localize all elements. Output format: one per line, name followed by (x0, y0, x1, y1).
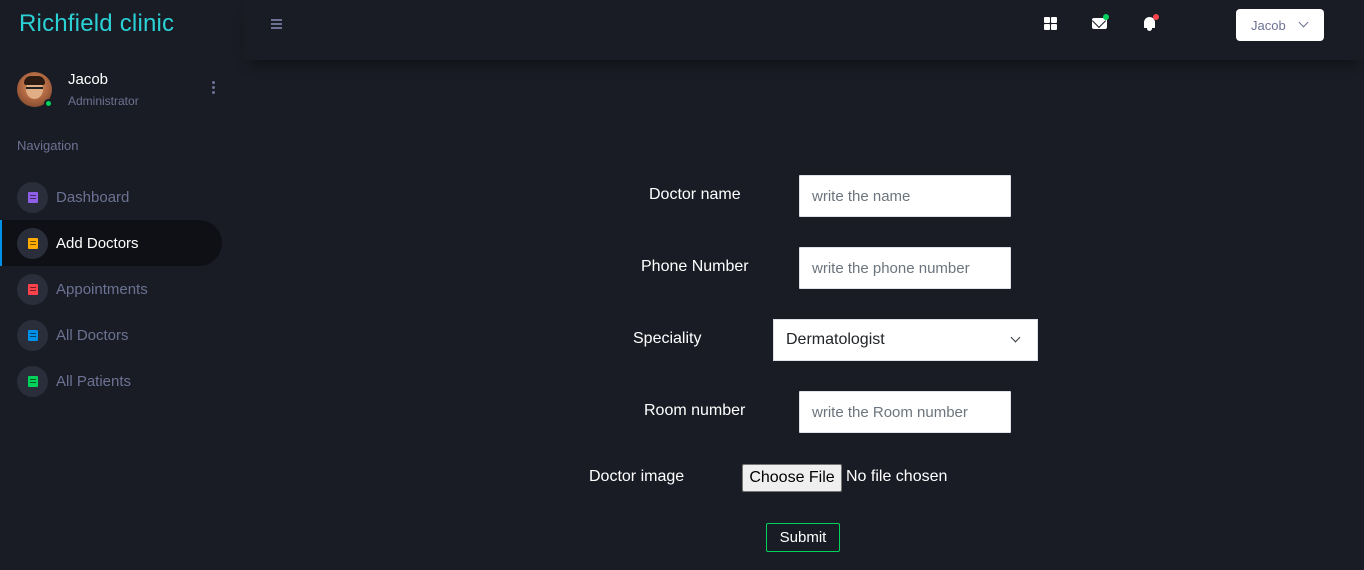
avatar[interactable] (17, 72, 53, 108)
user-dropdown-label: Jacob (1251, 17, 1286, 33)
profile-role: Administrator (68, 94, 139, 108)
nav-section-title: Navigation (17, 138, 79, 153)
sidebar-item-add-doctors[interactable]: Add Doctors (0, 220, 222, 266)
sidebar-item-label: All Doctors (56, 326, 129, 344)
phone-number-input[interactable] (799, 247, 1011, 289)
sidebar-item-label: All Patients (56, 372, 132, 390)
sidebar-item-all-patients[interactable]: All Patients (0, 358, 244, 404)
mail-notification-dot (1103, 14, 1109, 20)
speciality-select[interactable]: Dermatologist (773, 319, 1038, 361)
profile-card: Jacob Administrator (17, 70, 227, 110)
online-status-indicator (44, 99, 53, 108)
sidebar-item-appointments[interactable]: Appointments (0, 266, 244, 312)
document-icon (17, 273, 48, 305)
file-status-text: No file chosen (846, 468, 948, 485)
grid-icon[interactable] (1044, 17, 1057, 30)
sidebar-item-label: Dashboard (56, 188, 130, 206)
sidebar-nav: Dashboard Add Doctors Appointments All D… (0, 174, 244, 404)
bell-notification-dot (1153, 14, 1159, 20)
chevron-down-icon (1010, 332, 1021, 343)
sidebar-item-dashboard[interactable]: Dashboard (0, 174, 244, 220)
document-icon (17, 227, 48, 259)
profile-name: Jacob (68, 71, 109, 88)
document-icon (17, 181, 48, 213)
sidebar-item-label: Add Doctors (56, 234, 139, 252)
submit-button[interactable]: Submit (766, 523, 840, 552)
speciality-label: Speciality (633, 330, 702, 347)
user-dropdown[interactable]: Jacob (1236, 9, 1324, 41)
document-icon (17, 319, 48, 351)
chevron-down-icon (1298, 17, 1309, 28)
sidebar-item-label: Appointments (56, 280, 148, 298)
brand-logo[interactable]: Richfield clinic (19, 10, 174, 38)
choose-file-button[interactable]: Choose File (742, 464, 842, 492)
phone-number-label: Phone Number (641, 258, 749, 275)
room-number-input[interactable] (799, 391, 1011, 433)
menu-toggle-icon[interactable] (271, 19, 282, 29)
room-number-label: Room number (644, 402, 746, 419)
doctor-name-input[interactable] (799, 175, 1011, 217)
doctor-image-label: Doctor image (589, 468, 685, 485)
more-options-icon[interactable] (208, 81, 218, 97)
document-icon (17, 365, 48, 397)
doctor-name-label: Doctor name (649, 186, 741, 203)
sidebar: Richfield clinic Jacob Administrator Nav… (0, 0, 244, 570)
top-navbar: Jacob (244, 0, 1364, 60)
speciality-selected-value: Dermatologist (786, 331, 885, 348)
sidebar-item-all-doctors[interactable]: All Doctors (0, 312, 244, 358)
